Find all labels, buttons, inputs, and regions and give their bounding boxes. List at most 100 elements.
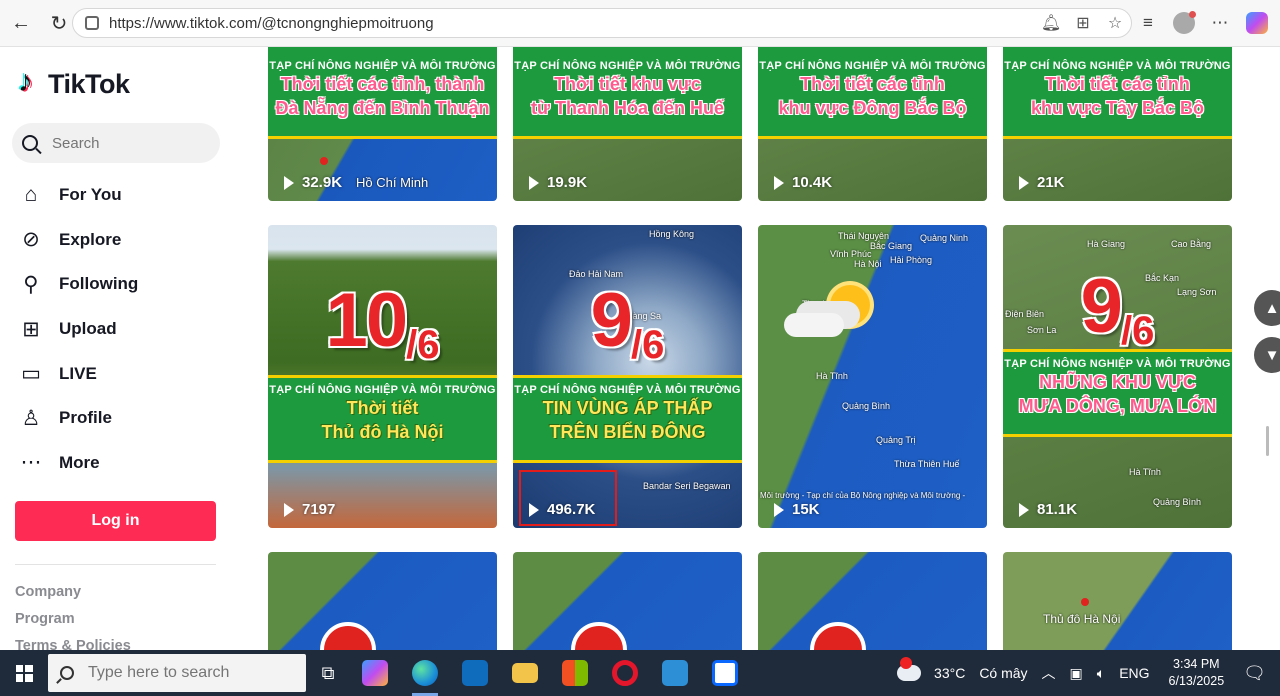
taskbar-search[interactable] (48, 654, 306, 692)
sidebar-item-following[interactable]: ⚲ Following (16, 262, 138, 307)
start-button[interactable] (0, 650, 48, 696)
weather-cloud-icon[interactable] (897, 657, 922, 681)
date-month: /6 (1120, 309, 1155, 353)
page-scrollbar[interactable] (1266, 426, 1269, 456)
clock[interactable]: 3:34 PM 6/13/2025 (1169, 656, 1225, 690)
meet-now-icon[interactable]: ▣ (1070, 665, 1083, 682)
view-count: 32.9K (284, 174, 342, 191)
video-card[interactable]: Thái Nguyên Bắc Giang Quảng Ninh Vĩnh Ph… (758, 225, 987, 528)
view-count-text: 21K (1037, 174, 1065, 191)
scroll-up-button[interactable]: ▲ (1254, 290, 1280, 326)
clock-time: 3:34 PM (1173, 657, 1220, 671)
sidebar-item-label: Profile (59, 408, 112, 428)
map-label: Thủ đô Hà Nội (1043, 612, 1121, 626)
store-app[interactable] (550, 650, 600, 696)
date-day: 9 (590, 278, 633, 363)
following-icon: ⚲ (23, 272, 39, 296)
footer-link-company[interactable]: Company (15, 584, 131, 611)
video-card[interactable]: Hà Giang Cao Bằng Bắc Kạn Lạng Sơn Điện … (1003, 225, 1232, 528)
tray-expand-icon[interactable]: ︿ (1042, 663, 1056, 683)
favorite-star-icon[interactable]: ☆ (1099, 13, 1131, 33)
video-headline: khu vực Đông Bắc Bộ (778, 98, 967, 118)
copilot-icon[interactable] (1246, 12, 1268, 34)
remote-app[interactable] (650, 650, 700, 696)
sidebar-item-profile[interactable]: ♙ Profile (16, 396, 138, 441)
news-ticker-caption: Môi trường - Tạp chí của Bộ Nông nghiệp … (760, 491, 966, 500)
search-icon (60, 666, 74, 680)
remote-desktop-icon (662, 660, 688, 686)
video-card[interactable]: TẠP CHÍ NÔNG NGHIỆP VÀ MÔI TRƯỜNG Thời t… (268, 47, 497, 201)
video-headline: từ Thanh Hóa đến Huế (530, 98, 725, 118)
video-card[interactable] (268, 552, 497, 650)
live-tv-icon: ▭ (21, 362, 41, 386)
video-card[interactable]: TẠP CHÍ NÔNG NGHIỆP VÀ MÔI TRƯỜNG Thời t… (513, 47, 742, 201)
file-explorer-app[interactable] (500, 650, 550, 696)
zalo-app[interactable] (700, 650, 750, 696)
more-dots-icon: ⋯ (20, 451, 42, 475)
video-banner: TẠP CHÍ NÔNG NGHIỆP VÀ MÔI TRƯỜNG Thời t… (268, 375, 497, 463)
volume-icon[interactable]: 🔈︎ (1097, 665, 1105, 682)
magazine-name: TẠP CHÍ NÔNG NGHIỆP VÀ MÔI TRƯỜNG (514, 384, 741, 396)
map-label: Thái Nguyên (838, 231, 890, 241)
sidebar-menu: ⌂ For You ⊘ Explore ⚲ Following ⊞ Upload… (16, 173, 139, 486)
location-pin (320, 157, 328, 165)
video-headline: Thời tiết các tỉnh (1045, 74, 1190, 94)
profile-avatar-icon[interactable] (1173, 11, 1196, 34)
weather-temperature[interactable]: 33°C (934, 665, 965, 681)
settings-more-icon[interactable]: ⋯ (1202, 13, 1238, 33)
sidebar-item-for-you[interactable]: ⌂ For You (16, 173, 138, 218)
view-count-text: 81.1K (1037, 501, 1078, 518)
sidebar-item-live[interactable]: ▭ LIVE (16, 351, 138, 396)
video-card[interactable]: Thủ đô Hà Nội (1003, 552, 1232, 650)
video-card[interactable]: Hồng Kông Đảo Hải Nam Hoàng Sa 9/6 TẠP C… (513, 225, 742, 528)
notification-bell-icon[interactable]: 🔔︎ (1035, 13, 1067, 33)
app-available-icon[interactable]: ⊞ (1067, 13, 1099, 33)
cloud-icon (784, 313, 844, 337)
language-indicator[interactable]: ENG (1119, 665, 1149, 681)
address-bar[interactable]: https://www.tiktok.com/@tcnongnghiepmoit… (72, 8, 1132, 38)
video-card[interactable]: 10/6 TẠP CHÍ NÔNG NGHIỆP VÀ MÔI TRƯỜNG T… (268, 225, 497, 528)
weather-description[interactable]: Có mây (979, 665, 1027, 681)
copilot-app[interactable] (350, 650, 400, 696)
outlook-app[interactable] (450, 650, 500, 696)
video-headline: Đà Nẵng đến Bình Thuận (275, 98, 490, 118)
sidebar-item-label: For You (59, 185, 122, 205)
search-box[interactable] (12, 123, 220, 163)
url-text[interactable]: https://www.tiktok.com/@tcnongnghiepmoit… (109, 15, 1035, 32)
view-count-text: 496.7K (547, 501, 596, 518)
video-card[interactable] (758, 552, 987, 650)
opera-app[interactable] (600, 650, 650, 696)
tiktok-logo[interactable]: TikTok (18, 65, 130, 100)
store-icon (562, 660, 588, 686)
login-button[interactable]: Log in (15, 501, 216, 541)
view-count-text: 7197 (302, 501, 336, 518)
sidebar-item-more[interactable]: ⋯ More (16, 441, 138, 486)
sidebar-item-explore[interactable]: ⊘ Explore (16, 218, 138, 263)
tiktok-note-icon (18, 65, 42, 99)
video-headline: MƯA DÔNG, MƯA LỚN (1018, 396, 1217, 416)
video-card[interactable]: TẠP CHÍ NÔNG NGHIỆP VÀ MÔI TRƯỜNG Thời t… (758, 47, 987, 201)
magazine-name: TẠP CHÍ NÔNG NGHIỆP VÀ MÔI TRƯỜNG (759, 60, 986, 72)
view-count: 15K (774, 501, 820, 518)
back-arrow-icon[interactable]: ← (4, 6, 38, 40)
taskbar-search-input[interactable] (88, 664, 248, 682)
video-card[interactable]: TẠP CHÍ NÔNG NGHIỆP VÀ MÔI TRƯỜNG Thời t… (1003, 47, 1232, 201)
sidebar-item-upload[interactable]: ⊞ Upload (16, 307, 138, 352)
magazine-name: TẠP CHÍ NÔNG NGHIỆP VÀ MÔI TRƯỜNG (269, 60, 496, 72)
play-icon (774, 502, 784, 517)
video-banner: TẠP CHÍ NÔNG NGHIỆP VÀ MÔI TRƯỜNG Thời t… (268, 47, 497, 139)
search-input[interactable] (52, 134, 192, 152)
video-card[interactable] (513, 552, 742, 650)
edge-app[interactable] (400, 650, 450, 696)
map-label: Hồ Chí Minh (356, 175, 429, 190)
video-headline: TIN VÙNG ÁP THẤP (542, 398, 713, 418)
video-headline: Thời tiết (346, 398, 419, 418)
notification-icon[interactable]: 🗨︎ (1243, 663, 1266, 684)
favorites-list-icon[interactable]: ≡ (1130, 13, 1166, 33)
windows-logo-icon (15, 664, 33, 682)
task-view-button[interactable]: ⧉ (306, 650, 350, 696)
scroll-down-button[interactable]: ▼ (1254, 337, 1280, 373)
reload-icon[interactable]: ↻ (42, 6, 76, 40)
footer-link-program[interactable]: Program (15, 611, 131, 638)
page-info-icon[interactable] (85, 16, 99, 30)
